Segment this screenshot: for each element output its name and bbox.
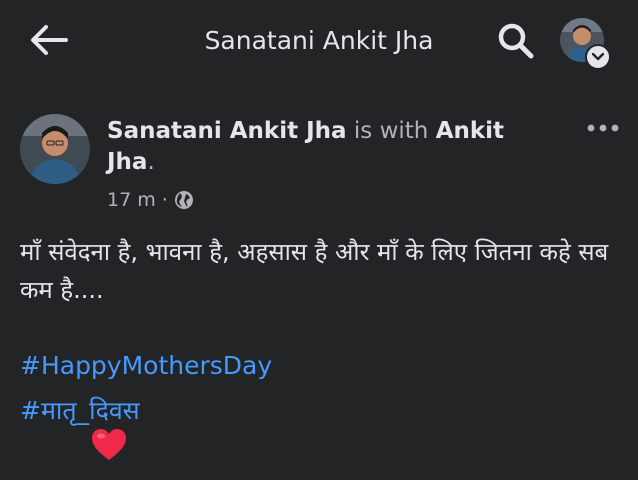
heart-icon bbox=[92, 429, 126, 460]
tagged-suffix: . bbox=[147, 149, 155, 175]
chevron-down-icon bbox=[592, 53, 604, 61]
page-title: Sanatani Ankit Jha bbox=[204, 26, 434, 55]
search-button[interactable] bbox=[496, 22, 538, 60]
heart-emoji bbox=[91, 428, 127, 462]
more-options-button[interactable] bbox=[584, 116, 624, 140]
post-timestamp[interactable]: 17 m bbox=[107, 189, 156, 211]
author-name[interactable]: Sanatani Ankit Jha bbox=[107, 118, 347, 144]
post-header: Sanatani Ankit Jha is with Ankit Jha. 17… bbox=[20, 110, 620, 220]
post-body-text: माँ संवेदना है, भावना है, अहसास है और मा… bbox=[20, 238, 609, 304]
profile-menu-button[interactable] bbox=[560, 18, 611, 70]
post-author-line: Sanatani Ankit Jha is with Ankit Jha. bbox=[107, 116, 547, 178]
profile-dropdown-badge bbox=[585, 44, 611, 70]
more-horizontal-icon bbox=[587, 124, 619, 132]
post-meta: 17 m · bbox=[107, 188, 194, 212]
author-avatar[interactable] bbox=[20, 114, 90, 184]
with-text: is with bbox=[346, 118, 436, 144]
meta-separator: · bbox=[161, 189, 168, 211]
globe-icon[interactable] bbox=[174, 190, 194, 210]
hashtag-link[interactable]: #मातृ_दिवस bbox=[20, 393, 140, 427]
hashtag-link[interactable]: #HappyMothersDay bbox=[20, 351, 272, 380]
top-bar: Sanatani Ankit Jha bbox=[0, 0, 638, 82]
search-icon bbox=[498, 23, 534, 59]
